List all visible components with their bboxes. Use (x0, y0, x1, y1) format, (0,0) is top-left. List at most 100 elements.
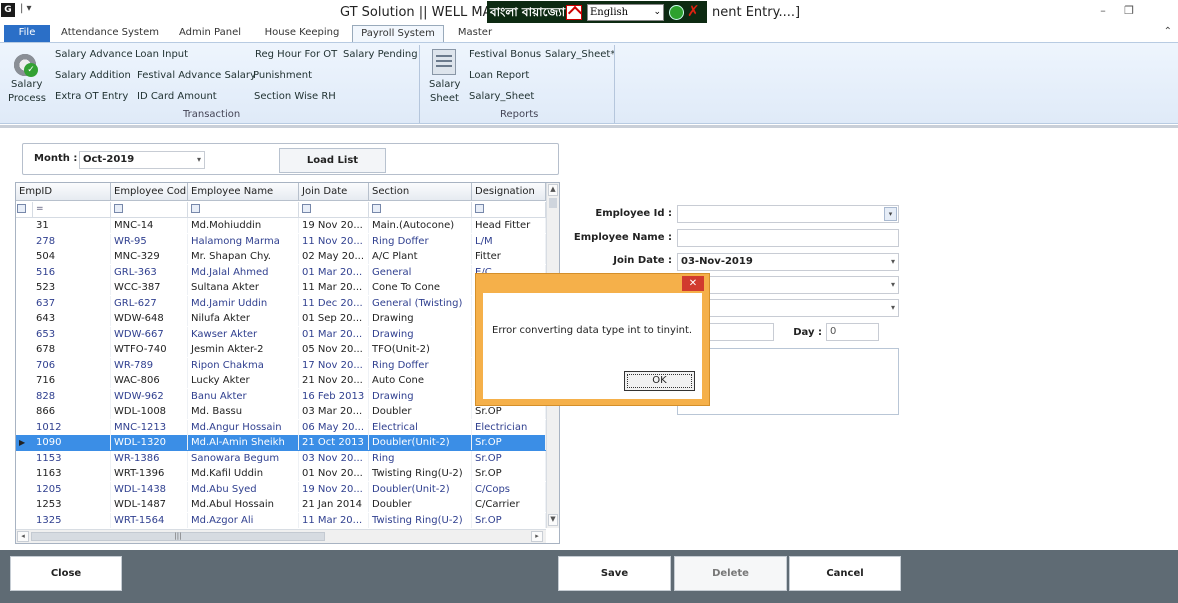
table-row[interactable]: 706 WR-789 Ripon Chakma 17 Nov 20... Ring Do… (16, 357, 546, 374)
close-button[interactable]: Close (10, 556, 122, 591)
keyboard-logo-icon[interactable] (566, 5, 582, 20)
cancel-button[interactable]: Cancel (789, 556, 901, 591)
festival-advance-salary-button[interactable]: Festival Advance Salary (137, 70, 256, 81)
scroll-right-icon[interactable]: ▸ (531, 531, 543, 542)
cell-section: General (369, 264, 472, 280)
load-list-button[interactable]: Load List (279, 148, 386, 173)
table-row[interactable]: 504 MNC-329 Mr. Shapan Chy. 02 May 20... A/C… (16, 249, 546, 265)
filter-join-date[interactable] (299, 202, 369, 217)
column-header-employee-code[interactable]: Employee Cod (111, 183, 188, 201)
restore-button[interactable]: ❐ (1116, 2, 1142, 20)
table-row[interactable]: 1163 WRT-1396 Md.Kafil Uddin 01 Nov 20... Tw… (16, 466, 546, 482)
salary-addition-button[interactable]: Salary Addition (55, 70, 131, 81)
table-row[interactable]: 1253 WDL-1487 Md.Abul Hossain 21 Jan 2014 Do… (16, 497, 546, 513)
dialog-close-button[interactable]: ✕ (682, 276, 704, 291)
tab-admin-panel[interactable]: Admin Panel (170, 25, 250, 42)
scroll-left-icon[interactable]: ◂ (17, 531, 29, 542)
cell-join-date: 21 Oct 2013 (299, 435, 369, 450)
table-row[interactable]: 637 GRL-627 Md.Jamir Uddin 11 Dec 20... Gene… (16, 295, 546, 312)
tab-master[interactable]: Master (452, 25, 498, 42)
scroll-down-icon[interactable]: ▼ (548, 514, 558, 526)
remarks-textarea[interactable] (677, 348, 899, 415)
column-header-join-date[interactable]: Join Date (299, 183, 369, 201)
table-row[interactable]: 1205 WDL-1438 Md.Abu Syed 19 Nov 20... Doubl… (16, 481, 546, 498)
id-card-amount-button[interactable]: ID Card Amount (137, 91, 217, 102)
salary-pending-button[interactable]: Salary Pending (343, 49, 418, 60)
salary-process-label-1: Salary (11, 79, 43, 90)
scroll-up-icon[interactable]: ▲ (548, 184, 558, 196)
transaction-group-label: Transaction (183, 109, 241, 120)
cell-join-date: 11 Nov 20... (299, 233, 369, 249)
table-row[interactable]: 643 WDW-648 Nilufa Akter 01 Sep 20... Drawin… (16, 311, 546, 327)
salary-sheet-report-button[interactable]: Salary_Sheet (469, 91, 534, 102)
table-row[interactable]: 1325 WRT-1564 Md.Azgor Ali 11 Mar 20... Twis… (16, 512, 546, 529)
cell-employee-code: GRL-627 (111, 295, 188, 311)
language-select[interactable]: English ⌄ (587, 4, 664, 21)
save-button[interactable]: Save (558, 556, 671, 591)
table-row[interactable]: 716 WAC-806 Lucky Akter 21 Nov 20... Auto Co… (16, 373, 546, 389)
cell-employee-code: WDW-648 (111, 311, 188, 326)
table-row[interactable]: 31 MNC-14 Md.Mohiuddin 19 Nov 20... Main.(Au… (16, 218, 546, 234)
grid-horizontal-scrollbar[interactable]: ◂ ||| ▸ (16, 529, 546, 543)
join-date-picker[interactable]: 03-Nov-2019 ▾ (677, 253, 899, 271)
language-close-icon[interactable]: ✗ (687, 2, 700, 20)
employee-id-label: Employee Id : (595, 208, 672, 219)
ribbon-collapse-icon[interactable]: ⌃ (1164, 26, 1172, 37)
close-window-button[interactable]: ✕ (1140, 2, 1166, 20)
filter-employee-code[interactable] (111, 202, 188, 217)
salary-advance-button[interactable]: Salary Advance (55, 49, 133, 60)
column-header-empid[interactable]: EmpID (16, 183, 111, 201)
salary-sheet-star-button[interactable]: Salary_Sheet* (545, 49, 615, 60)
cell-employee-code: WTFO-740 (111, 342, 188, 357)
table-row[interactable]: 828 WDW-962 Banu Akter 16 Feb 2013 Drawing (16, 388, 546, 405)
quick-access-toolbar[interactable]: | ▾ (20, 3, 32, 14)
day-field[interactable]: 0 (826, 323, 879, 341)
month-select[interactable]: Oct-2019 ▾ (79, 151, 205, 169)
employee-id-select[interactable]: ▾ (677, 205, 899, 223)
filter-toggle-icon[interactable] (16, 202, 33, 217)
delete-button[interactable]: Delete (674, 556, 787, 591)
language-confirm-icon[interactable] (669, 5, 684, 20)
loan-input-button[interactable]: Loan Input (135, 49, 188, 60)
filter-employee-name[interactable] (188, 202, 299, 217)
table-row[interactable]: 866 WDL-1008 Md. Bassu 03 Mar 20... Doubler S… (16, 404, 546, 420)
column-header-section[interactable]: Section (369, 183, 472, 201)
column-header-employee-name[interactable]: Employee Name (188, 183, 299, 201)
chevron-down-icon[interactable]: ▾ (884, 207, 897, 221)
table-row[interactable]: ▶ 1090 WDL-1320 Md.Al-Amin Sheikh 21 Oct 201… (16, 435, 546, 451)
filter-designation[interactable] (472, 202, 546, 217)
ok-button[interactable]: OK (624, 371, 695, 391)
tab-payroll-system[interactable]: Payroll System (352, 25, 444, 42)
table-row[interactable]: 523 WCC-387 Sultana Akter 11 Mar 20... Cone … (16, 280, 546, 296)
tab-attendance-system[interactable]: Attendance System (60, 25, 160, 42)
table-row[interactable]: 1012 MNC-1213 Md.Angur Hossain 06 May 20...… (16, 419, 546, 436)
table-row[interactable]: 278 WR-95 Halamong Marma 11 Nov 20... Ring D… (16, 233, 546, 250)
table-row[interactable]: 1153 WR-1386 Sanowara Begum 03 Nov 20... Rin… (16, 450, 546, 467)
minimize-button[interactable]: – (1090, 2, 1116, 20)
table-row[interactable]: 516 GRL-363 Md.Jalal Ahmed 01 Mar 20... Gene… (16, 264, 546, 281)
app-icon[interactable]: G (1, 3, 15, 17)
table-row[interactable]: 653 WDW-667 Kawser Akter 01 Mar 20... Drawin… (16, 326, 546, 343)
filter-empid[interactable]: = (33, 202, 111, 217)
cell-employee-name: Md.Azgor Ali (188, 512, 299, 528)
cell-join-date: 03 Mar 20... (299, 404, 369, 419)
reg-hour-for-ot-button[interactable]: Reg Hour For OT (255, 49, 337, 60)
employee-name-field[interactable] (677, 229, 899, 247)
cell-empid: 706 (33, 357, 111, 373)
tab-house-keeping[interactable]: House Keeping (260, 25, 344, 42)
extra-ot-entry-button[interactable]: Extra OT Entry (55, 91, 128, 102)
loan-report-button[interactable]: Loan Report (469, 70, 529, 81)
punishment-button[interactable]: Punishment (253, 70, 312, 81)
status-select[interactable]: nt ▾ (677, 299, 899, 317)
date-picker-field[interactable]: 019 ▾ (677, 276, 899, 294)
cell-designation: Sr.OP (472, 466, 546, 481)
festival-bonus-button[interactable]: Festival Bonus (469, 49, 541, 60)
scroll-thumb[interactable]: ||| (31, 532, 325, 541)
scroll-thumb[interactable] (549, 198, 557, 208)
filter-section[interactable] (369, 202, 472, 217)
tab-file[interactable]: File (4, 25, 50, 42)
column-header-designation[interactable]: Designation (472, 183, 546, 201)
table-row[interactable]: 678 WTFO-740 Jesmin Akter-2 05 Nov 20... TFO… (16, 342, 546, 358)
section-wise-rh-button[interactable]: Section Wise RH (254, 91, 336, 102)
reports-group-label: Reports (500, 109, 539, 120)
